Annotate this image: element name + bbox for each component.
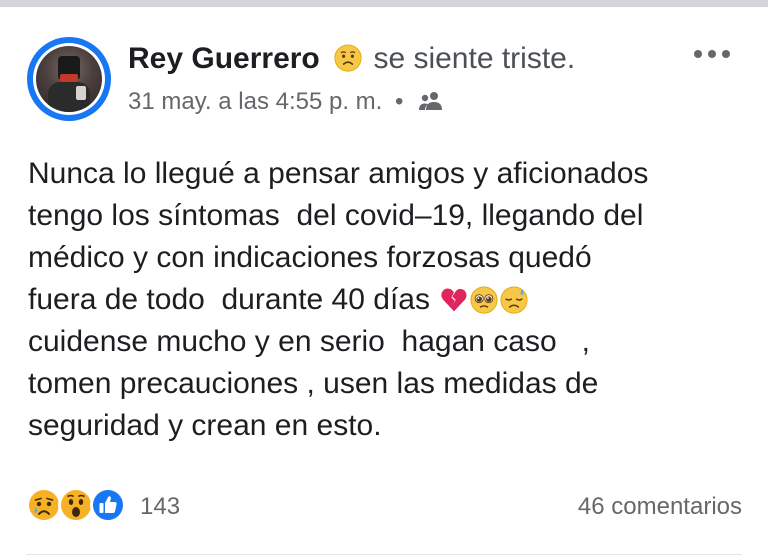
post-meta: 31 may. a las 4:55 p. m. •	[128, 85, 444, 119]
post-line: fuera de todo durante 40 días	[28, 283, 430, 316]
author-name[interactable]: Rey Guerrero	[128, 42, 320, 75]
pleading-face-emoji	[470, 286, 498, 314]
sad-reaction-icon	[26, 487, 62, 523]
meta-separator: •	[395, 88, 404, 115]
profile-photo	[36, 46, 102, 112]
feeling-text: se siente triste.	[373, 42, 576, 75]
post-line-with-emojis: fuera de todo durante 40 días	[28, 279, 758, 321]
post-body: Nunca lo llegué a pensar amigos y aficio…	[28, 153, 758, 447]
avatar-ring	[33, 43, 105, 115]
post-line: Nunca lo llegué a pensar amigos y aficio…	[28, 157, 649, 190]
like-reaction-icon	[90, 487, 126, 523]
post-header: Rey Guerrero se siente triste.	[128, 39, 575, 79]
top-divider	[0, 0, 768, 7]
post-line: tomen precauciones , usen las medidas de	[28, 367, 599, 400]
reaction-count[interactable]: 143	[140, 491, 180, 523]
avatar[interactable]	[27, 37, 111, 121]
more-options-icon[interactable]	[693, 47, 731, 61]
post-card: Rey Guerrero se siente triste. 31 may. a…	[0, 7, 768, 556]
wow-reaction-icon	[58, 487, 94, 523]
broken-heart-emoji	[441, 288, 467, 312]
post-line: tengo los síntomas del covid–19, llegand…	[28, 199, 644, 232]
post-timestamp[interactable]: 31 may. a las 4:55 p. m.	[128, 88, 382, 115]
post-line: cuidense mucho y en serio hagan caso ,	[28, 325, 591, 358]
post-line: médico y con indicaciones forzosas quedó	[28, 241, 592, 274]
post-line: seguridad y crean en esto.	[28, 409, 382, 442]
comments-count[interactable]: 46 comentarios	[578, 491, 742, 523]
downcast-sweat-emoji	[500, 286, 528, 314]
friends-icon[interactable]	[418, 91, 444, 111]
sad-face-emoji	[334, 44, 362, 72]
footer-divider	[26, 554, 742, 555]
